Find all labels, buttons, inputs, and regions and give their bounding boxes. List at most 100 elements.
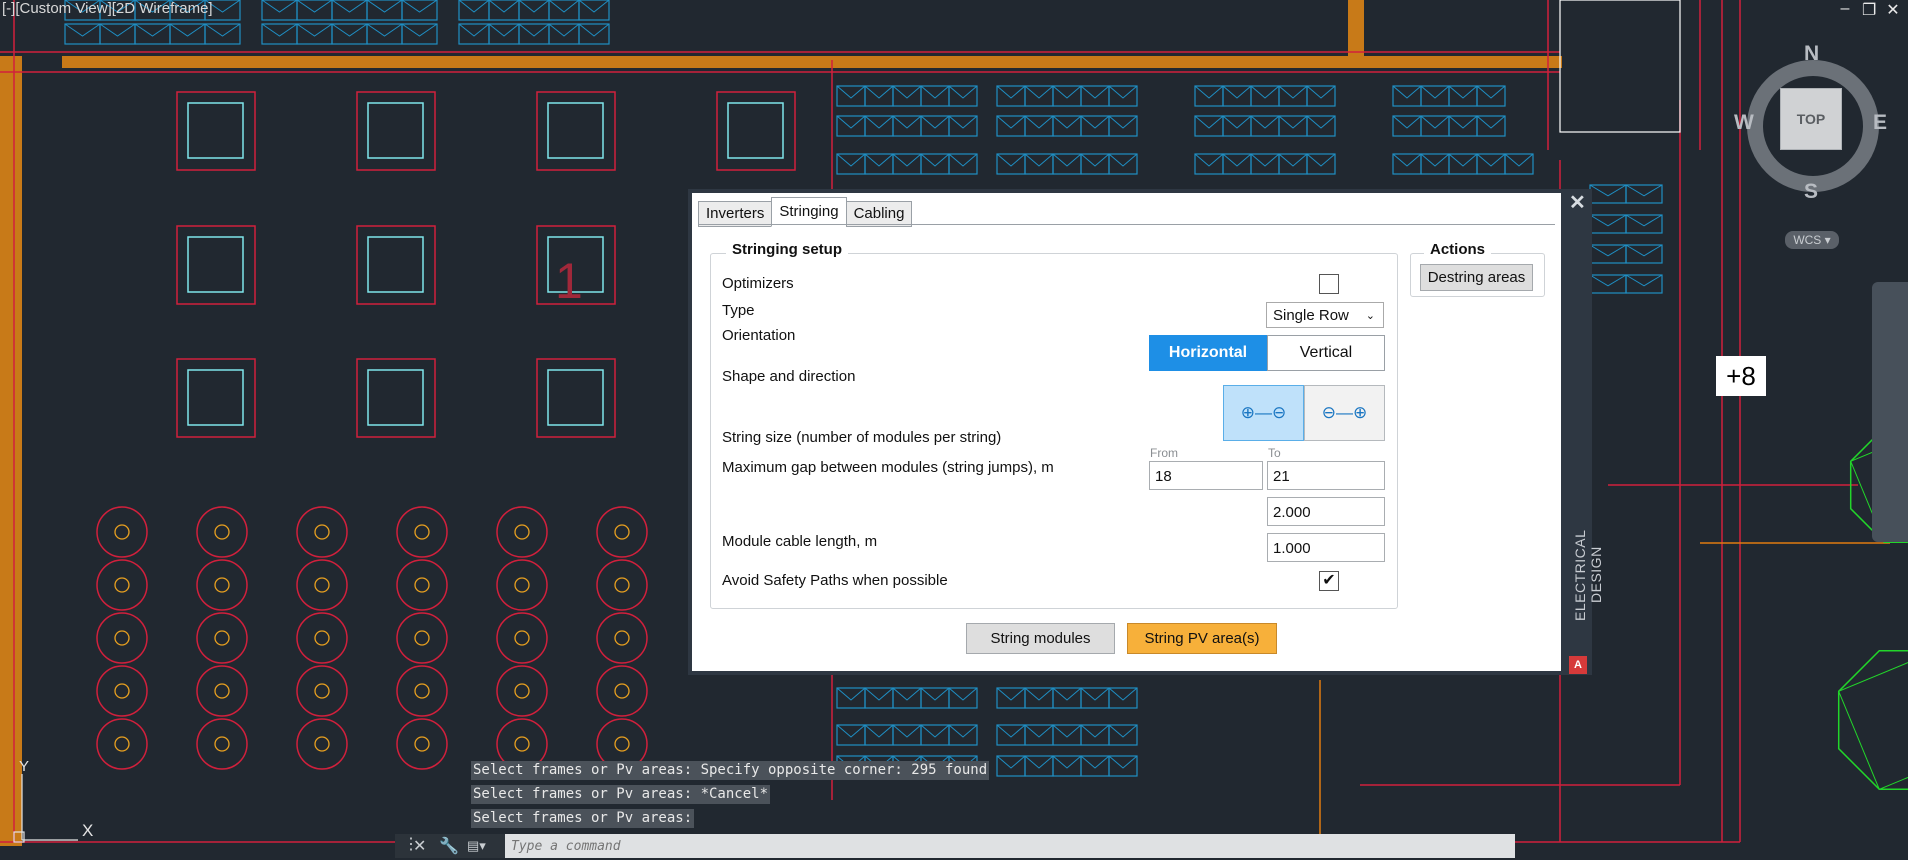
close-command-icon[interactable]: ✕: [413, 836, 426, 856]
minimize-icon[interactable]: –: [1838, 0, 1852, 20]
pv-module-mark: [1306, 153, 1336, 167]
orientation-vertical-button[interactable]: Vertical: [1267, 335, 1385, 371]
pile-center: [414, 683, 430, 699]
ucs-x-label: X: [82, 821, 94, 840]
pv-module-mark: [1108, 724, 1138, 738]
pv-module-mark: [892, 85, 922, 99]
pv-module-mark: [996, 755, 1026, 769]
string-modules-button[interactable]: String modules: [966, 623, 1115, 654]
wcs-menu[interactable]: WCS ▾: [1785, 231, 1839, 249]
dialog-close-icon[interactable]: ✕: [1569, 190, 1586, 215]
pv-module-mark: [864, 724, 894, 738]
pv-module-mark: [996, 687, 1026, 701]
pv-module-mark: [996, 724, 1026, 738]
pv-module-mark: [1108, 687, 1138, 701]
optimizers-label: Optimizers: [722, 275, 794, 292]
pv-module-mark: [1250, 153, 1280, 167]
pv-module-mark: [1589, 274, 1627, 287]
pile-center: [614, 524, 630, 540]
cable-length-input[interactable]: 1.000: [1267, 533, 1385, 562]
pv-module-mark: [1052, 755, 1082, 769]
pv-module-mark: [1476, 85, 1506, 99]
compass-east[interactable]: E: [1873, 111, 1887, 135]
compass-north[interactable]: N: [1804, 42, 1819, 66]
pv-module-mark: [548, 23, 580, 37]
frame-inner-square: [727, 102, 784, 159]
pv-module-mark: [1052, 724, 1082, 738]
compass-west[interactable]: W: [1734, 111, 1754, 135]
pv-module-mark: [401, 0, 438, 13]
minus-to-plus-direction-icon[interactable]: ⊖—⊕: [1304, 385, 1385, 441]
string-pv-areas-button[interactable]: String PV area(s): [1127, 623, 1277, 654]
pile-center: [414, 630, 430, 646]
pv-module-mark: [1194, 153, 1224, 167]
pile-center: [214, 683, 230, 699]
viewcube[interactable]: N S E W TOP: [1734, 38, 1888, 208]
pv-module-mark: [1504, 153, 1534, 167]
green-polyhedron-inner: [1838, 662, 1908, 790]
close-icon[interactable]: ✕: [1886, 0, 1900, 20]
pile-circle: [596, 559, 648, 611]
pv-module-mark: [134, 23, 171, 37]
autocad-logo-icon: A: [1569, 656, 1587, 674]
optimizers-checkbox[interactable]: [1319, 274, 1339, 294]
pv-module-mark: [836, 687, 866, 701]
pile-circle: [396, 559, 448, 611]
pv-module-mark: [920, 687, 950, 701]
viewcube-top-face[interactable]: TOP: [1780, 88, 1842, 150]
pv-module-mark: [1080, 85, 1110, 99]
pv-module-mark: [920, 115, 950, 129]
pile-center: [114, 524, 130, 540]
plus-to-minus-direction-icon[interactable]: ⊕—⊖: [1223, 385, 1304, 441]
viewport-label[interactable]: [-][Custom View][2D Wireframe]: [0, 0, 213, 18]
pile-circle: [596, 612, 648, 664]
pile-circle: [296, 718, 348, 770]
pv-module-mark: [1476, 153, 1506, 167]
pv-module-mark: [948, 115, 978, 129]
pv-module-mark: [1625, 244, 1663, 257]
max-gap-input[interactable]: 2.000: [1267, 497, 1385, 526]
orientation-horizontal-button[interactable]: Horizontal: [1149, 335, 1267, 371]
pv-module-mark: [1589, 214, 1627, 227]
pv-module-mark: [1589, 184, 1627, 197]
pv-module-mark: [920, 85, 950, 99]
command-bar: ⋮ ✕ 🔧 ▤▾: [395, 834, 1515, 860]
pv-module-mark: [1052, 153, 1082, 167]
command-recent-icon[interactable]: ▤▾: [467, 838, 486, 854]
pv-module-mark: [296, 23, 333, 37]
pv-module-mark: [1625, 274, 1663, 287]
navigation-bar[interactable]: [1872, 282, 1908, 542]
pv-module-mark: [1420, 85, 1450, 99]
pv-module-mark: [1194, 85, 1224, 99]
pv-module-mark: [548, 0, 580, 13]
pv-module-mark: [366, 23, 403, 37]
command-history-line: Select frames or Pv areas:: [471, 809, 695, 828]
string-size-from-input[interactable]: 18: [1149, 461, 1263, 490]
pile-center: [414, 577, 430, 593]
tab-stringing[interactable]: Stringing: [771, 197, 847, 227]
pv-module-mark: [920, 153, 950, 167]
destring-areas-button[interactable]: Destring areas: [1420, 264, 1533, 291]
string-size-to-input[interactable]: 21: [1267, 461, 1385, 490]
wrench-icon[interactable]: 🔧: [439, 836, 459, 856]
pv-module-mark: [1080, 115, 1110, 129]
pile-circle: [596, 506, 648, 558]
pv-module-mark: [204, 23, 241, 37]
pile-circle: [296, 506, 348, 558]
pv-module-mark: [1194, 115, 1224, 129]
type-select[interactable]: Single Row ⌄: [1266, 302, 1384, 328]
dialog-tabs: Inverters Stringing Cabling: [698, 197, 913, 227]
ucs-y-label: Y: [19, 758, 30, 775]
command-input[interactable]: [509, 834, 1413, 860]
frame-inner-square: [187, 102, 244, 159]
pile-center: [114, 736, 130, 752]
avoid-safety-paths-checkbox[interactable]: ✔: [1319, 571, 1339, 591]
compass-south[interactable]: S: [1804, 180, 1818, 204]
green-polyhedron: [1837, 649, 1908, 791]
pv-module-mark: [836, 724, 866, 738]
pv-module-mark: [948, 687, 978, 701]
pv-module-mark: [1024, 85, 1054, 99]
pile-center: [514, 683, 530, 699]
pv-module-mark: [1278, 115, 1308, 129]
restore-icon[interactable]: ❐: [1862, 0, 1876, 20]
